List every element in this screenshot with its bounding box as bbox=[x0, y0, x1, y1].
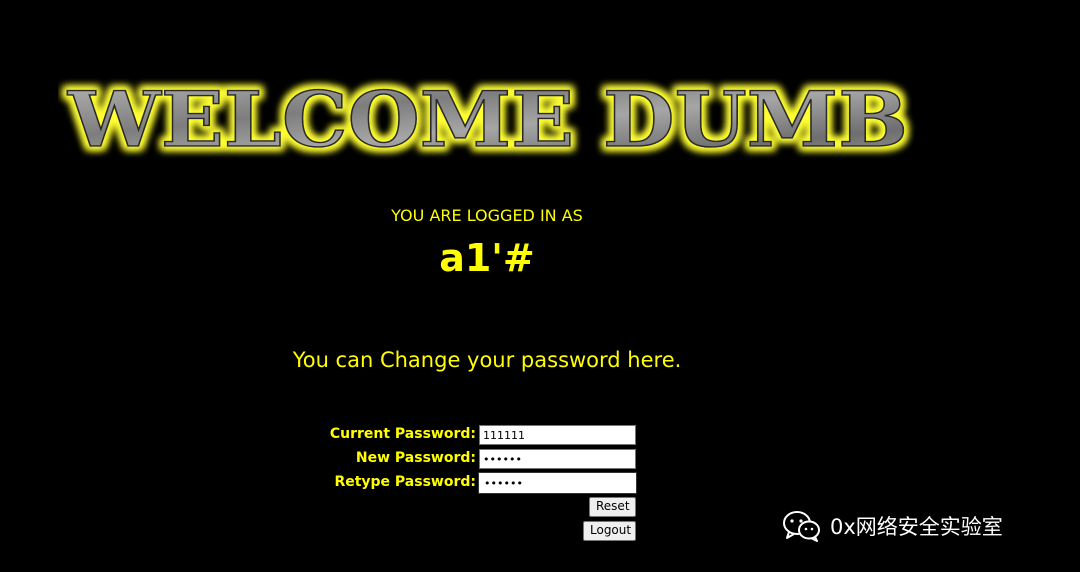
current-password-row: Current Password: bbox=[0, 425, 640, 445]
retype-password-row: Retype Password: bbox=[0, 472, 640, 494]
welcome-banner: WELCOME DUMB bbox=[58, 78, 918, 162]
wechat-icon bbox=[783, 511, 820, 542]
retype-password-input[interactable] bbox=[478, 472, 637, 494]
logout-button[interactable]: Logout bbox=[583, 521, 636, 541]
watermark: 0x网络安全实验室 bbox=[782, 506, 1003, 546]
retype-password-label: Retype Password: bbox=[334, 474, 476, 490]
current-password-label: Current Password: bbox=[329, 426, 476, 442]
welcome-banner-graphic: WELCOME DUMB bbox=[66, 78, 909, 162]
new-password-label: New Password: bbox=[355, 450, 476, 466]
current-password-input[interactable] bbox=[479, 425, 636, 445]
username: a1'# bbox=[439, 236, 535, 280]
change-password-heading: You can Change your password here. bbox=[292, 348, 682, 372]
page: WELCOME DUMB YOU ARE LOGGED IN AS a1'# Y… bbox=[0, 0, 1080, 572]
logged-in-label: YOU ARE LOGGED IN AS bbox=[391, 206, 583, 225]
reset-button[interactable]: Reset bbox=[589, 497, 636, 517]
new-password-row: New Password: bbox=[0, 449, 640, 469]
new-password-input[interactable] bbox=[479, 449, 636, 469]
watermark-text: 0x网络安全实验室 bbox=[830, 515, 1003, 539]
welcome-banner-text: WELCOME DUMB bbox=[67, 78, 908, 162]
